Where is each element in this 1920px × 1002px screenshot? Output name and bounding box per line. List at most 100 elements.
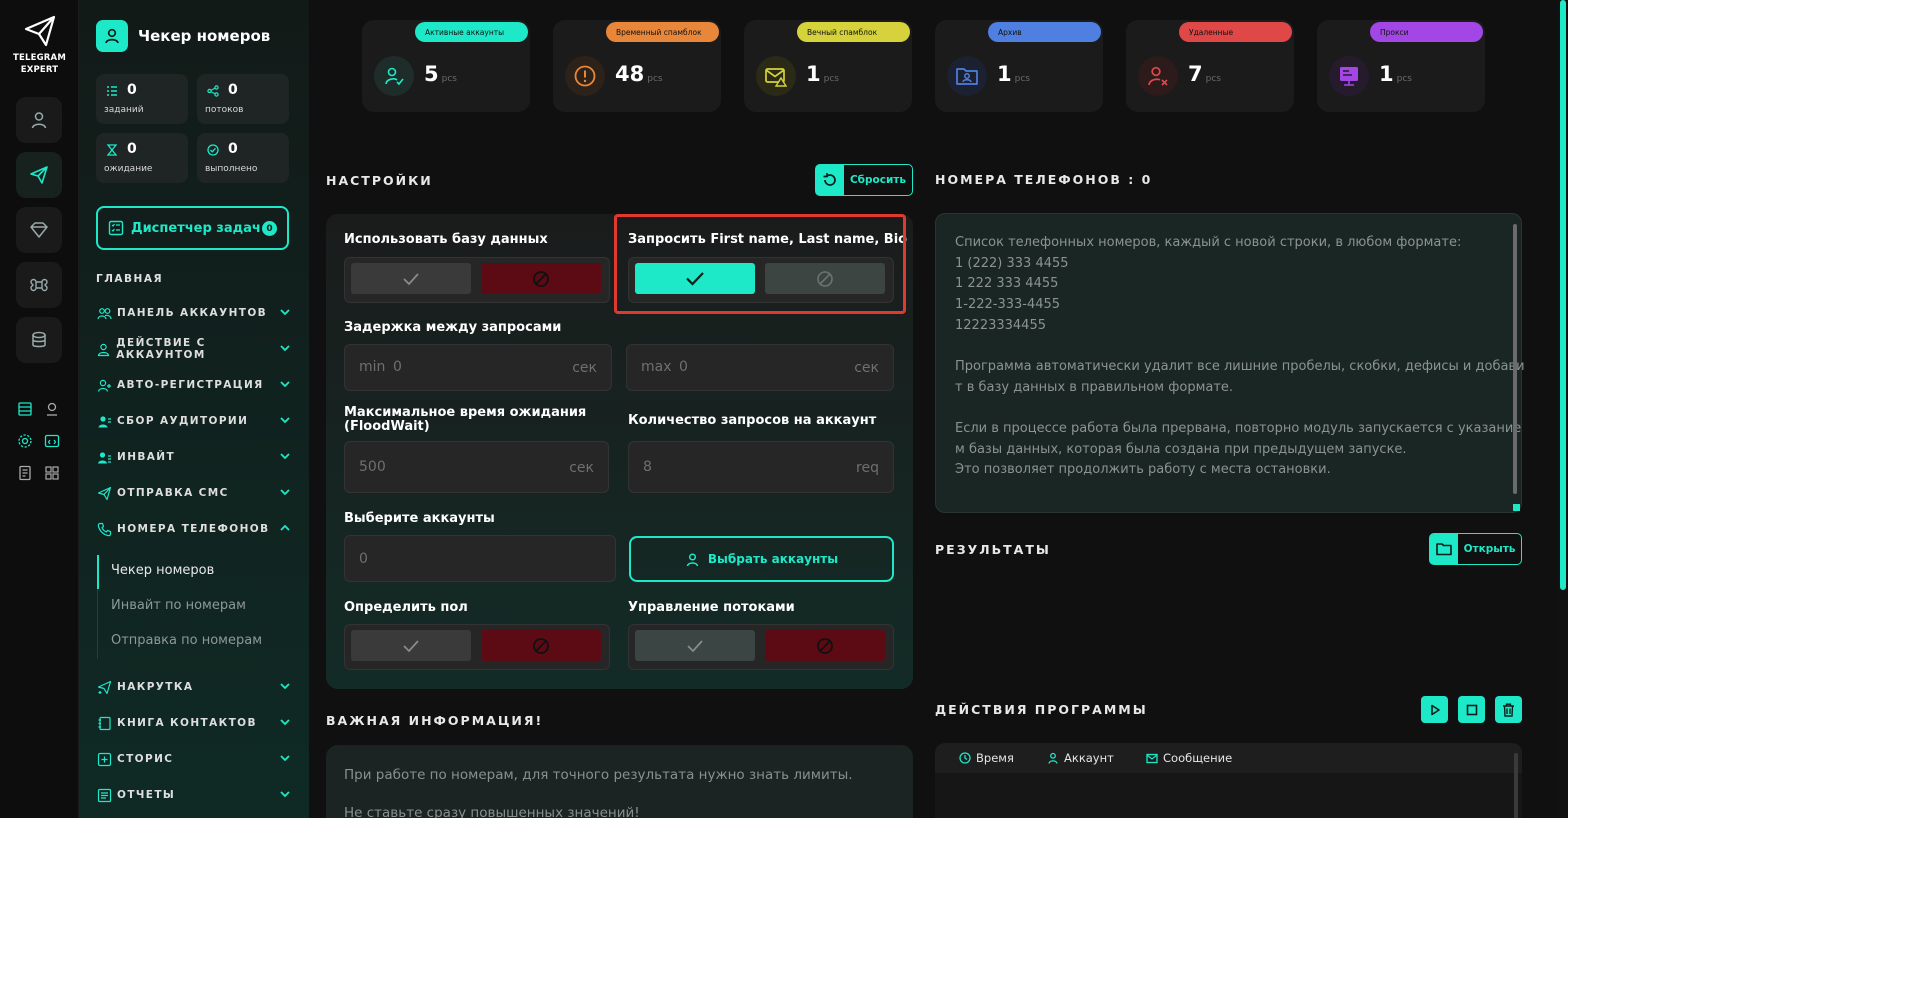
rail-notes-button[interactable] bbox=[15, 463, 35, 483]
nav-stories[interactable]: СТОРИС bbox=[96, 749, 292, 769]
floodwait-label-line1: Максимальное время ожидания bbox=[344, 405, 587, 420]
mail-icon bbox=[1146, 753, 1158, 763]
rail-location-button[interactable] bbox=[42, 399, 62, 419]
log-scrollbar[interactable] bbox=[1514, 753, 1518, 818]
card-count: 48 pcs bbox=[615, 62, 663, 86]
diamond-icon bbox=[30, 222, 48, 238]
chevron-down-icon bbox=[280, 489, 290, 496]
nav-boost[interactable]: НАКРУТКА bbox=[96, 677, 292, 697]
card-unit: pcs bbox=[1014, 74, 1030, 84]
select-accounts-button[interactable]: Выбрать аккаунты bbox=[629, 536, 894, 582]
col-message-label: Сообщение bbox=[1163, 751, 1233, 765]
requests-per-account-input[interactable]: 8 req bbox=[628, 441, 894, 493]
rail-command-button[interactable] bbox=[16, 262, 62, 308]
rail-premium-button[interactable] bbox=[16, 207, 62, 253]
textarea-scrollbar[interactable] bbox=[1513, 224, 1517, 494]
use-db-yes-button[interactable] bbox=[351, 263, 471, 294]
rail-list-button[interactable] bbox=[15, 399, 35, 419]
icon-rail: TELEGRAM EXPERT bbox=[0, 0, 79, 818]
stat-tasks: 0 заданий bbox=[96, 74, 188, 124]
task-dispatcher-button[interactable]: Диспетчер задач 0 bbox=[96, 206, 289, 250]
threads-yes-button[interactable] bbox=[635, 630, 755, 661]
user-icon bbox=[1048, 752, 1058, 764]
delay-min-input[interactable]: min 0 сек bbox=[344, 344, 612, 391]
rail-code-button[interactable] bbox=[42, 431, 62, 451]
reset-label: Сбросить bbox=[849, 174, 907, 186]
rail-telegram-button[interactable] bbox=[16, 152, 62, 198]
logo[interactable]: TELEGRAM EXPERT bbox=[0, 14, 79, 76]
use-db-no-button[interactable] bbox=[481, 263, 601, 294]
ban-icon bbox=[817, 637, 833, 654]
play-button[interactable] bbox=[1421, 696, 1448, 723]
user-check-icon bbox=[374, 56, 414, 96]
stat-value: 0 bbox=[228, 141, 238, 157]
plus-square-icon bbox=[96, 751, 112, 767]
program-log: Время Аккаунт Сообщение bbox=[935, 743, 1522, 818]
card-value: 7 bbox=[1188, 62, 1203, 86]
nav-account-action[interactable]: ДЕЙСТВИЕ С АККАУНТОМ bbox=[96, 337, 292, 361]
card-label: Вечный спамблок bbox=[797, 22, 910, 42]
rail-database-button[interactable] bbox=[16, 317, 62, 363]
card-count: 1 pcs bbox=[997, 62, 1030, 86]
subnav-invite-by-numbers[interactable]: Инвайт по номерам bbox=[111, 598, 246, 613]
nav-phone-numbers[interactable]: НОМЕРА ТЕЛЕФОНОВ bbox=[96, 519, 292, 539]
accounts-input[interactable]: 0 bbox=[344, 535, 616, 582]
select-accounts-label: Выбрать аккаунты bbox=[707, 552, 839, 566]
nav-contact-book[interactable]: КНИГА КОНТАКТОВ bbox=[96, 713, 292, 733]
floodwait-label-line2: (FloodWait) bbox=[344, 419, 430, 434]
delay-label: Задержка между запросами bbox=[344, 320, 562, 335]
card-label: Архив bbox=[988, 22, 1101, 42]
nav-reports[interactable]: ОТЧЕТЫ bbox=[96, 785, 292, 805]
reset-button[interactable]: Сбросить bbox=[815, 164, 913, 196]
page-scrollbar[interactable] bbox=[1558, 0, 1568, 818]
stop-button[interactable] bbox=[1458, 696, 1485, 723]
use-db-toggle[interactable] bbox=[344, 257, 610, 303]
resize-handle[interactable] bbox=[1513, 504, 1520, 511]
threads-no-button[interactable] bbox=[765, 630, 885, 661]
card-permanent-spamblock[interactable]: Вечный спамблок 1 pcs bbox=[744, 20, 912, 112]
floodwait-input[interactable]: 500 сек bbox=[344, 441, 609, 493]
nav-send-sms[interactable]: ОТПРАВКА СМС bbox=[96, 483, 292, 503]
code-window-icon bbox=[44, 434, 60, 448]
nav-auto-registration[interactable]: АВТО-РЕГИСТРАЦИЯ bbox=[96, 375, 292, 395]
clear-log-button[interactable] bbox=[1495, 696, 1522, 723]
card-active-accounts[interactable]: Активные аккаунты 5 pcs bbox=[362, 20, 530, 112]
section-label-main: ГЛАВНАЯ bbox=[96, 273, 164, 285]
delay-max-input[interactable]: max 0 сек bbox=[626, 344, 894, 391]
stat-value: 0 bbox=[127, 141, 137, 157]
user-x-icon bbox=[1138, 56, 1178, 96]
card-proxy[interactable]: Прокси 1 pcs bbox=[1317, 20, 1485, 112]
send-plus-icon bbox=[96, 679, 112, 695]
nav-label: НОМЕРА ТЕЛЕФОНОВ bbox=[117, 523, 270, 535]
page-scroll-thumb[interactable] bbox=[1560, 0, 1566, 590]
subnav-number-checker[interactable]: Чекер номеров bbox=[111, 563, 214, 578]
max-value: 0 bbox=[679, 359, 688, 375]
card-temp-spamblock[interactable]: Временный спамблок 48 pcs bbox=[553, 20, 721, 112]
nav-audience-collection[interactable]: СБОР АУДИТОРИИ bbox=[96, 411, 292, 431]
gender-toggle[interactable] bbox=[344, 624, 610, 670]
sec-suffix: сек bbox=[572, 360, 597, 376]
sidebar-header: Чекер номеров bbox=[96, 20, 270, 52]
placeholder-line: Если в процессе работа была прервана, по… bbox=[955, 421, 1522, 436]
rail-profile-button[interactable] bbox=[16, 97, 62, 143]
nav-accounts-panel[interactable]: ПАНЕЛЬ АККАУНТОВ bbox=[96, 303, 292, 323]
placeholder-line: м базы данных, которая была создана при … bbox=[955, 442, 1407, 457]
reset-icon bbox=[816, 165, 844, 195]
phone-numbers-textarea[interactable]: Список телефонных номеров, каждый с ново… bbox=[935, 213, 1525, 513]
nav-label: ИНВАЙТ bbox=[117, 451, 176, 463]
rail-settings-button[interactable] bbox=[15, 431, 35, 451]
card-archive[interactable]: Архив 1 pcs bbox=[935, 20, 1103, 112]
card-label: Удаленные bbox=[1179, 22, 1292, 42]
nav-invite[interactable]: ИНВАЙТ bbox=[96, 447, 292, 467]
card-label: Временный спамблок bbox=[606, 22, 719, 42]
subnav-send-by-numbers[interactable]: Отправка по номерам bbox=[111, 633, 262, 648]
threads-toggle[interactable] bbox=[628, 624, 894, 670]
command-icon bbox=[30, 278, 48, 292]
gender-no-button[interactable] bbox=[481, 630, 601, 661]
rail-grid-button[interactable] bbox=[42, 463, 62, 483]
open-results-button[interactable]: Открыть bbox=[1429, 533, 1522, 565]
card-deleted[interactable]: Удаленные 7 pcs bbox=[1126, 20, 1294, 112]
report-icon bbox=[96, 787, 112, 803]
notes-icon bbox=[19, 465, 31, 481]
gender-yes-button[interactable] bbox=[351, 630, 471, 661]
